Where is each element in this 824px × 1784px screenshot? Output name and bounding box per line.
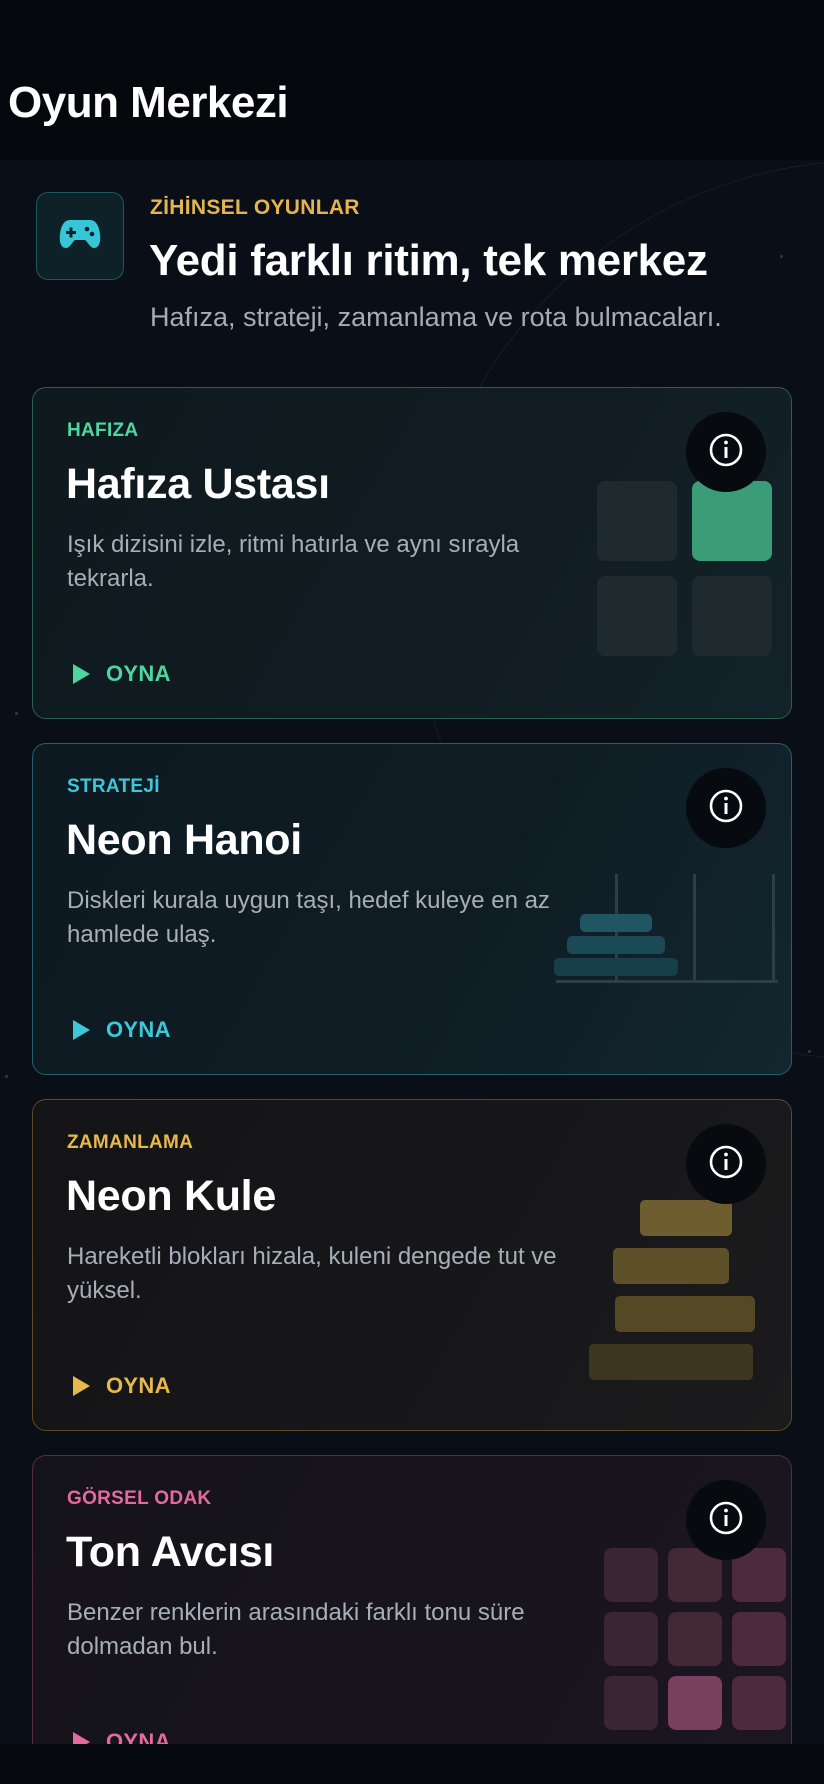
background-dot — [15, 712, 18, 715]
tone-tile — [732, 1612, 786, 1666]
gamepad-icon — [59, 218, 101, 255]
tower-illustration — [587, 1200, 787, 1390]
hanoi-disk-medium — [567, 936, 665, 954]
info-button[interactable] — [686, 768, 766, 848]
game-hub-content[interactable]: ZİHİNSEL OYUNLAR Yedi farklı ritim, tek … — [0, 160, 824, 1744]
play-icon — [73, 1732, 90, 1744]
card-description: Hareketli blokları hizala, kuleni denged… — [67, 1243, 557, 1304]
card-title: Ton Avcısı — [66, 1528, 275, 1576]
game-card-neon-tower[interactable]: ZAMANLAMA Neon Kule Hareketli blokları h… — [32, 1099, 792, 1431]
page-title: Oyun Merkezi — [8, 78, 289, 127]
hanoi-peg — [693, 874, 696, 982]
play-button-label: OYNA — [106, 1373, 171, 1398]
play-button-label: OYNA — [106, 1729, 171, 1744]
card-description: Benzer renklerin arasındaki farklı tonu … — [67, 1599, 525, 1660]
tower-block — [613, 1248, 729, 1284]
tower-block — [615, 1296, 755, 1332]
hanoi-peg — [772, 874, 775, 982]
info-button[interactable] — [686, 1480, 766, 1560]
play-icon — [73, 1376, 90, 1396]
tower-block — [640, 1200, 732, 1236]
hanoi-base — [556, 980, 778, 983]
card-title: Neon Kule — [66, 1172, 276, 1220]
card-description: Işık dizisini izle, ritmi hatırla ve ayn… — [67, 531, 520, 592]
tone-tile — [604, 1676, 658, 1730]
card-category: ZAMANLAMA — [67, 1132, 194, 1153]
memory-grid-illustration — [595, 478, 775, 658]
hero-eyebrow: ZİHİNSEL OYUNLAR — [150, 196, 360, 219]
background-dot — [780, 255, 783, 258]
card-title: Hafıza Ustası — [66, 460, 330, 508]
tone-tile — [668, 1612, 722, 1666]
hanoi-disk-small — [580, 914, 652, 932]
play-icon — [73, 664, 90, 684]
memory-tile-active — [692, 481, 772, 561]
hero-icon-box — [36, 192, 124, 280]
play-button-label: OYNA — [106, 1017, 171, 1042]
info-icon — [708, 432, 744, 473]
info-icon — [708, 1500, 744, 1541]
card-category: HAFIZA — [67, 420, 139, 441]
play-button[interactable]: OYNA — [73, 1372, 171, 1400]
card-category: STRATEJİ — [67, 776, 160, 797]
info-button[interactable] — [686, 412, 766, 492]
play-icon — [73, 1020, 90, 1040]
card-description: Diskleri kurala uygun taşı, hedef kuleye… — [67, 887, 550, 948]
info-icon — [708, 1144, 744, 1185]
game-card-neon-hanoi[interactable]: STRATEJİ Neon Hanoi Diskleri kurala uygu… — [32, 743, 792, 1075]
memory-tile — [597, 481, 677, 561]
play-button[interactable]: OYNA — [73, 1728, 171, 1744]
card-title: Neon Hanoi — [66, 816, 302, 864]
game-card-memory-master[interactable]: HAFIZA Hafıza Ustası Işık dizisini izle,… — [32, 387, 792, 719]
tone-tile-odd — [668, 1676, 722, 1730]
tone-tile — [604, 1548, 658, 1602]
hero-title: Yedi farklı ritim, tek merkez — [149, 236, 708, 285]
tower-block — [589, 1344, 753, 1380]
info-icon — [708, 788, 744, 829]
hanoi-illustration — [523, 874, 783, 994]
memory-tile — [597, 576, 677, 656]
card-category: GÖRSEL ODAK — [67, 1488, 212, 1509]
play-button[interactable]: OYNA — [73, 660, 171, 688]
background-dot — [5, 1075, 8, 1078]
play-button-label: OYNA — [106, 661, 171, 686]
hero-subtitle: Hafıza, strateji, zamanlama ve rota bulm… — [150, 302, 722, 332]
memory-tile — [692, 576, 772, 656]
top-app-bar: Oyun Merkezi — [0, 0, 824, 160]
info-button[interactable] — [686, 1124, 766, 1204]
hanoi-disk-large — [554, 958, 678, 976]
tone-tile — [732, 1676, 786, 1730]
game-card-tone-hunter[interactable]: GÖRSEL ODAK Ton Avcısı Benzer renklerin … — [32, 1455, 792, 1744]
background-dot — [808, 1050, 811, 1053]
play-button[interactable]: OYNA — [73, 1016, 171, 1044]
tone-grid-illustration — [603, 1548, 786, 1730]
tone-tile — [604, 1612, 658, 1666]
